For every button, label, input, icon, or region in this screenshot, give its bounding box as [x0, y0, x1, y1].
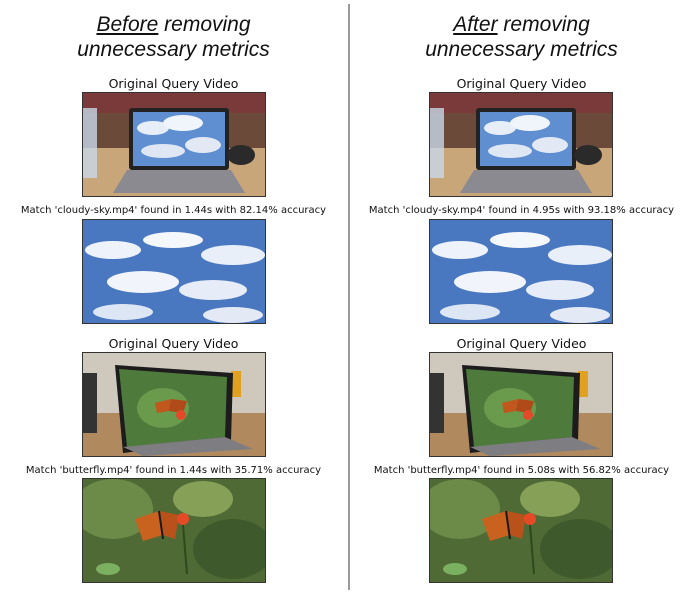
before-panel: Before removing unnecessary metrics Orig… [0, 0, 347, 593]
query-video-laptop-butterfly [82, 352, 266, 457]
match-video-cloudy-sky [82, 219, 266, 324]
heading-line1-rest: removing [158, 13, 251, 36]
match-result: Match 'cloudy-sky.mp4' found in 1.44s wi… [20, 205, 327, 216]
heading-emphasis: After [453, 13, 498, 36]
match-result: Match 'butterfly.mp4' found in 5.08s wit… [373, 465, 670, 476]
panel-heading: Before removing unnecessary metrics [0, 12, 347, 62]
query-label: Original Query Video [108, 336, 239, 351]
query-label: Original Query Video [108, 76, 239, 91]
query-video-laptop-butterfly [429, 352, 613, 457]
query-label: Original Query Video [456, 336, 587, 351]
heading-line2: unnecessary metrics [425, 38, 618, 61]
query-video-laptop-sky [429, 92, 613, 197]
match-video-cloudy-sky [429, 219, 613, 324]
query-label: Original Query Video [456, 76, 587, 91]
match-result: Match 'butterfly.mp4' found in 1.44s wit… [25, 465, 322, 476]
query-video-laptop-sky [82, 92, 266, 197]
heading-line2: unnecessary metrics [77, 38, 270, 61]
match-video-butterfly [429, 478, 613, 583]
heading-line1-rest: removing [497, 13, 590, 36]
match-result: Match 'cloudy-sky.mp4' found in 4.95s wi… [368, 205, 675, 216]
heading-emphasis: Before [96, 13, 159, 36]
match-video-butterfly [82, 478, 266, 583]
panel-heading: After removing unnecessary metrics [348, 12, 695, 62]
after-panel: After removing unnecessary metrics Origi… [348, 0, 695, 593]
